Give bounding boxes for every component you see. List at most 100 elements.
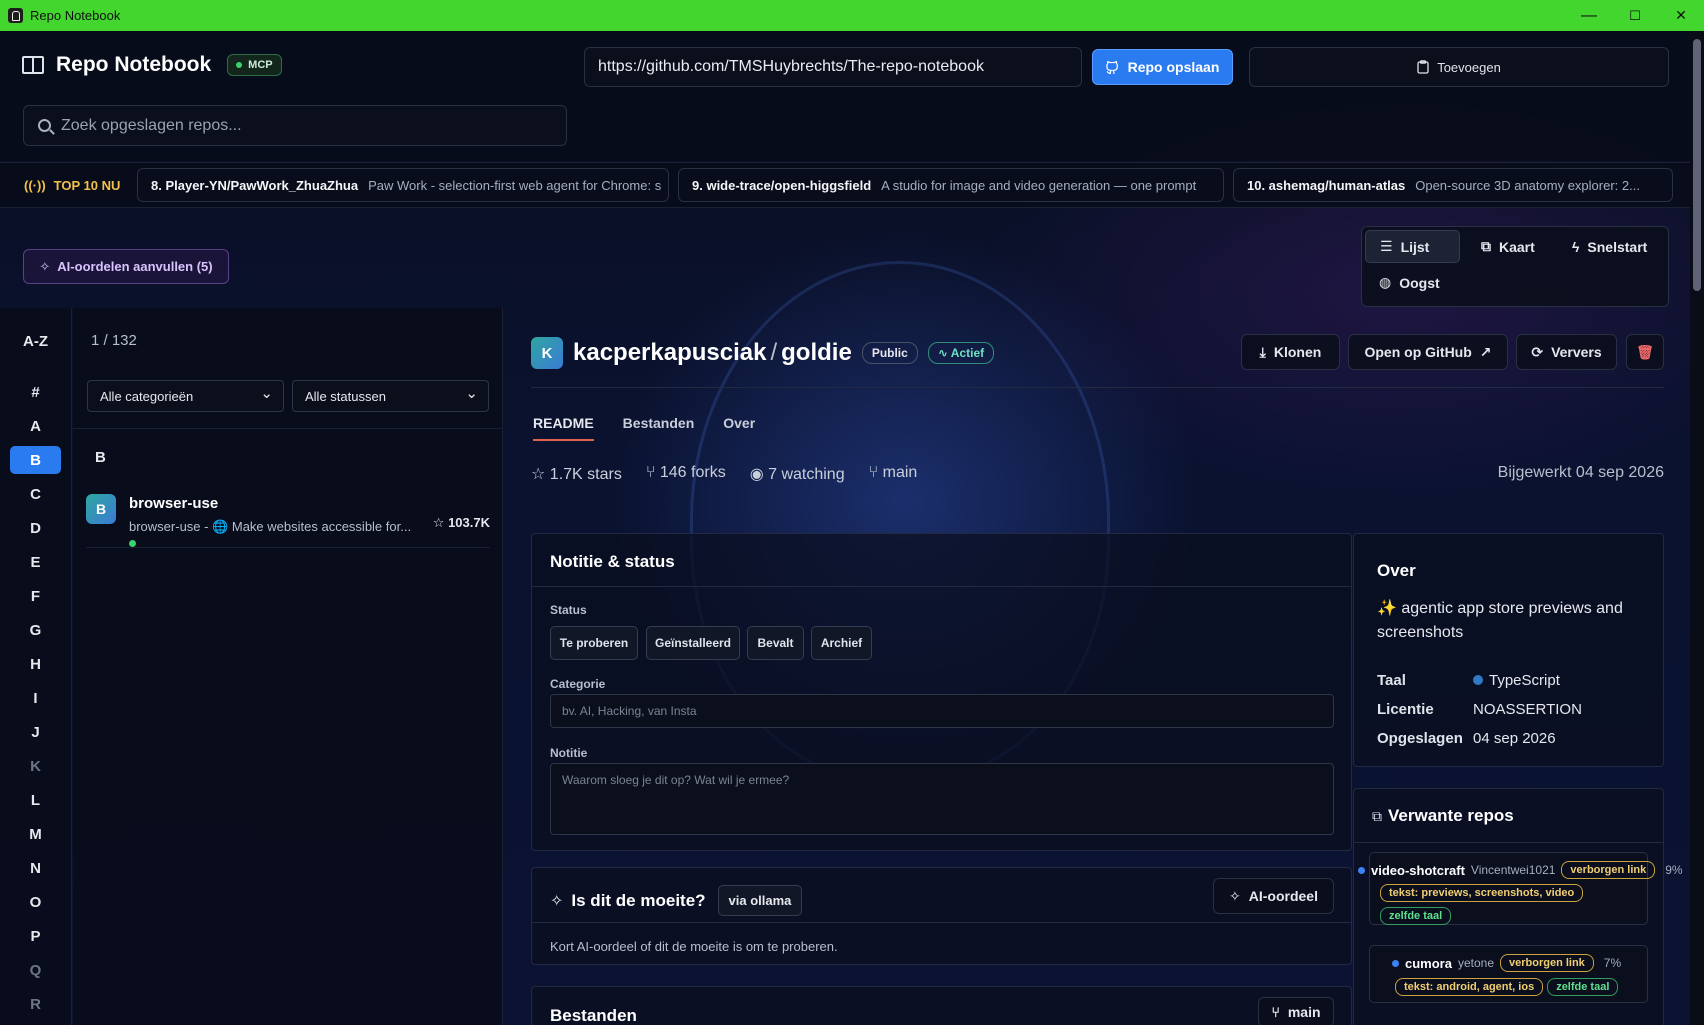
ai-card-title: Is dit de moeite? (571, 890, 706, 910)
download-icon: ⤓ (1259, 343, 1266, 360)
alpha-letter[interactable]: R (10, 990, 61, 1018)
related-repo-owner: yetone (1457, 956, 1494, 970)
alpha-letter[interactable]: L (10, 786, 61, 814)
ticker-item-name: 9. wide-trace/open-higgsfield (692, 177, 872, 193)
alpha-letter[interactable]: E (10, 548, 61, 576)
language-text: TypeScript (1489, 672, 1560, 689)
divider (531, 922, 1352, 923)
ticker-item[interactable]: 9. wide-trace/open-higgsfield A studio fo… (678, 168, 1224, 202)
language-tag: zelfde taal (1547, 978, 1619, 996)
related-tags: tekst: android, agent, ios zelfde taal (1395, 977, 1622, 996)
window-titlebar: Repo Notebook — ☐ ✕ (0, 0, 1704, 31)
status-dot (1392, 959, 1399, 967)
alpha-letter[interactable]: M (10, 820, 61, 848)
alpha-letter[interactable]: F (10, 582, 61, 610)
tab-quickstart[interactable]: ϟ Snelstart (1558, 230, 1661, 263)
maximize-button[interactable]: ☐ (1612, 0, 1658, 31)
alpha-letter[interactable]: I (10, 684, 61, 712)
branch-label: main (1287, 1004, 1321, 1020)
open-github-label: Open op GitHub (1364, 344, 1472, 360)
tab-about[interactable]: Over (723, 415, 755, 441)
related-repo-item[interactable]: video-shotcraft Vincentwei1021 verborgen… (1358, 852, 1683, 925)
note-textarea[interactable]: Waarom sloeg je dit op? Wat wil je ermee… (550, 763, 1334, 835)
ticker-item[interactable]: 10. ashemag/human-atlas Open-source 3D an… (1233, 168, 1673, 202)
repo-title: kacperkapusciak / goldie (573, 339, 852, 367)
ticker-item-desc: Open-source 3D anatomy explorer: 2... (1415, 177, 1640, 193)
ticker-item-desc: Paw Work - selection-first web agent for… (368, 177, 662, 193)
open-github-button[interactable]: Open op GitHub ↗ (1348, 334, 1508, 370)
tab-list[interactable]: ☰ Lijst (1365, 230, 1460, 263)
alphabet-rail: A-Z#ABCDEFGHIJKLMNOPQRS (0, 308, 72, 1025)
status-archive-button[interactable]: Archief (811, 626, 872, 660)
alpha-letter[interactable]: O (10, 888, 61, 916)
category-filter[interactable]: Alle categorieën (87, 380, 284, 412)
saved-value: 04 sep 2026 (1473, 730, 1556, 747)
alpha-letter[interactable]: J (10, 718, 61, 746)
refresh-button[interactable]: ⟳ Ververs (1516, 334, 1617, 370)
list-item[interactable]: B browser-use browser-use - 🌐 Make websi… (86, 478, 490, 548)
branch-button[interactable]: ⑂ main (1258, 997, 1334, 1025)
status-filter-value: Alle statussen (305, 388, 386, 404)
repo-description: browser-use - 🌐 Make websites accessible… (129, 519, 412, 534)
broadcast-icon: ((·)) (24, 177, 46, 193)
ticker-item[interactable]: 8. Player-YN/PawWork_ZhuaZhua Paw Work - … (137, 168, 669, 202)
status-installed-button[interactable]: Geïnstalleerd (646, 626, 740, 660)
repo-url-input[interactable] (584, 47, 1082, 87)
language-value: TypeScript (1473, 672, 1560, 689)
alpha-letter[interactable]: D (10, 514, 61, 542)
alpha-letter[interactable]: A-Z (10, 327, 61, 355)
ai-verdict-label: AI-oordeel (1248, 888, 1318, 904)
app-root: Repo Notebook MCP Repo opslaan Toevoegen… (0, 31, 1704, 1025)
status-likes-button[interactable]: Bevalt (747, 626, 804, 660)
tab-harvest[interactable]: ◍ Oogst (1365, 266, 1454, 299)
alpha-letter[interactable]: K (10, 752, 61, 780)
alpha-letter[interactable]: C (10, 480, 61, 508)
clone-button[interactable]: ⤓ Klonen (1241, 334, 1340, 370)
status-dot (1358, 866, 1365, 874)
mcp-label: MCP (248, 59, 273, 71)
alpha-letter[interactable]: A (10, 412, 61, 440)
status-try-button[interactable]: Te proberen (550, 626, 638, 660)
save-repo-button[interactable]: Repo opslaan (1092, 49, 1233, 85)
alpha-letter[interactable]: N (10, 854, 61, 882)
ai-fill-button[interactable]: ✧ AI-oordelen aanvullen (5) (23, 249, 229, 284)
text-tag: tekst: android, agent, ios (1395, 978, 1544, 996)
search-icon (38, 119, 51, 132)
related-tags: zelfde taal (1380, 906, 1455, 925)
category-input[interactable]: bv. AI, Hacking, van Insta (550, 694, 1334, 728)
tab-readme[interactable]: README (533, 415, 594, 441)
scrollbar-thumb[interactable] (1693, 39, 1701, 291)
stars-value: 1.7K stars (549, 466, 622, 483)
state-badge: ∿ Actief (927, 342, 995, 364)
alpha-letter[interactable]: Q (10, 956, 61, 984)
alpha-letter[interactable]: H (10, 650, 61, 678)
sparkle-icon: ✧ (1229, 887, 1241, 904)
minimize-button[interactable]: — (1566, 0, 1612, 31)
group-letter: B (95, 449, 106, 466)
tab-map-label: Kaart (1499, 238, 1535, 255)
repo-tabs: README Bestanden Over (533, 415, 755, 441)
alpha-letter[interactable]: B (10, 446, 61, 474)
search-input[interactable] (61, 116, 541, 135)
alpha-letter[interactable]: P (10, 922, 61, 950)
related-repo-item[interactable]: cumora yetone verborgen link 7% tekst: a… (1369, 945, 1648, 1003)
category-filter-value: Alle categorieën (100, 388, 194, 404)
ai-verdict-button[interactable]: ✧ AI-oordeel (1213, 878, 1334, 914)
status-filter[interactable]: Alle statussen (292, 380, 489, 412)
scrollbar[interactable] (1690, 31, 1704, 1025)
tab-quickstart-label: Snelstart (1587, 238, 1648, 255)
alpha-letter[interactable]: G (10, 616, 61, 644)
repo-stats: ☆ 1.7K stars ⑂ 146 forks ◉ 7 watching ⑂ … (531, 464, 917, 484)
tab-map[interactable]: ⧉ Kaart (1467, 230, 1549, 263)
brand-title: Repo Notebook (56, 53, 212, 76)
tab-files[interactable]: Bestanden (623, 415, 695, 441)
delete-button[interactable]: 🗑 (1626, 334, 1664, 370)
add-button[interactable]: Toevoegen (1249, 47, 1669, 87)
watching-value: 7 watching (768, 466, 845, 483)
license-value: NOASSERTION (1473, 701, 1582, 718)
list-icon: ☰ (1380, 238, 1393, 254)
close-button[interactable]: ✕ (1658, 0, 1704, 31)
top10-ticker: ((·)) TOP 10 NU 8. Player-YN/PawWork_Zhu… (0, 162, 1690, 208)
app-icon (8, 8, 23, 23)
alpha-letter[interactable]: # (10, 378, 61, 406)
